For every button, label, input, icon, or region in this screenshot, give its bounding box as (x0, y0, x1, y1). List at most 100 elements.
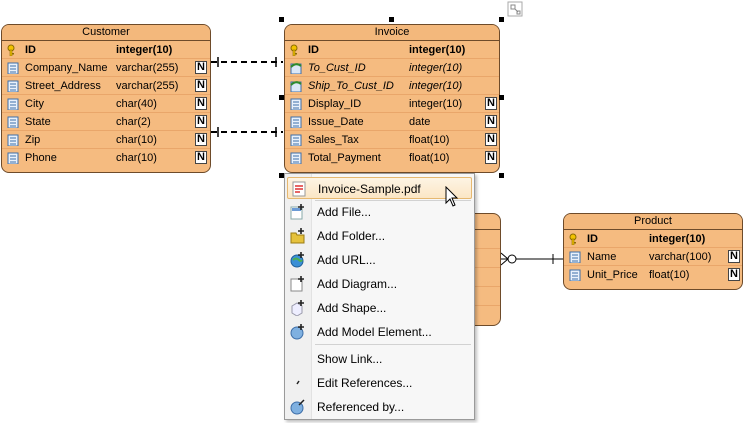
product-column-row[interactable]: ID integer(10) (564, 230, 742, 248)
order-product-connector[interactable] (500, 252, 563, 266)
column-type: date (409, 116, 431, 128)
primary-key-icon (7, 44, 19, 57)
column-type: char(10) (116, 152, 157, 164)
diagram-canvas[interactable]: Customer ID integer(10) Company_Name varcha… (0, 0, 744, 421)
column-name: City (25, 98, 44, 110)
menu-item[interactable]: Add URL... (287, 249, 472, 271)
column-icon (290, 134, 302, 147)
column-type: varchar(255) (116, 62, 179, 74)
column-name: Phone (25, 152, 57, 164)
not-null-badge: N (195, 151, 207, 164)
column-type: integer(10) (409, 80, 463, 92)
menu-item[interactable]: Add Shape... (287, 297, 472, 319)
column-type: float(10) (409, 152, 450, 164)
column-name: ID (25, 44, 36, 56)
selection-handle-tc[interactable] (389, 17, 394, 22)
pdf-icon (291, 181, 307, 197)
invoice-column-row[interactable]: Display_ID integer(10) N (285, 95, 499, 113)
selection-handle-tl[interactable] (279, 17, 284, 22)
column-type: integer(10) (409, 44, 466, 56)
not-null-badge: N (485, 115, 497, 128)
add-folder-icon (290, 228, 306, 244)
invoice-column-row[interactable]: Total_Payment float(10) N (285, 149, 499, 167)
customer-column-row[interactable]: Street_Address varchar(255) N (2, 77, 210, 95)
column-type: integer(10) (409, 98, 463, 110)
column-type: float(10) (409, 134, 450, 146)
column-name: Ship_To_Cust_ID (308, 80, 394, 92)
product-title: Product (564, 214, 742, 230)
resource-catalog-icon[interactable] (507, 1, 523, 17)
column-name: To_Cust_ID (308, 62, 366, 74)
invoice-column-row[interactable]: ID integer(10) (285, 41, 499, 59)
menu-item[interactable]: Edit References... (287, 372, 472, 394)
column-icon (7, 152, 19, 165)
selection-handle-tr[interactable] (499, 17, 504, 22)
column-name: Display_ID (308, 98, 362, 110)
customer-column-row[interactable]: City char(40) N (2, 95, 210, 113)
primary-key-icon (290, 44, 302, 57)
add-diagram-icon (290, 276, 306, 292)
column-icon (290, 152, 302, 165)
column-name: Sales_Tax (308, 134, 359, 146)
column-name: ID (587, 233, 598, 245)
customer-entity[interactable]: Customer ID integer(10) Company_Name varcha… (1, 24, 211, 173)
reference-context-menu: Invoice-Sample.pdf Add File... Add Folder.… (284, 173, 475, 420)
not-null-badge: N (728, 268, 740, 281)
add-shape-icon (290, 300, 306, 317)
column-name: Name (587, 251, 617, 263)
column-name: State (25, 116, 51, 128)
column-type: integer(10) (409, 62, 463, 74)
invoice-columns: ID integer(10) To_Cust_ID integer(10) Ship_T… (285, 41, 499, 167)
not-null-badge: N (195, 79, 207, 92)
mouse-cursor-icon (445, 186, 459, 207)
not-null-badge: N (485, 133, 497, 146)
product-column-row[interactable]: Unit_Price float(10) N (564, 266, 742, 284)
column-type: integer(10) (649, 233, 706, 245)
add-model-element-icon (290, 324, 306, 340)
invoice-column-row[interactable]: Sales_Tax float(10) N (285, 131, 499, 149)
column-icon (7, 98, 19, 111)
column-icon (7, 62, 19, 75)
column-name: ID (308, 44, 319, 56)
customer-column-row[interactable]: Phone char(10) N (2, 149, 210, 167)
add-file-icon (290, 204, 306, 220)
menu-item-label: Edit References... (317, 376, 413, 390)
selection-handle-mr[interactable] (499, 95, 504, 100)
menu-item-label: Add Shape... (317, 301, 387, 315)
customer-column-row[interactable]: Company_Name varchar(255) N (2, 59, 210, 77)
product-column-row[interactable]: Name varchar(100) N (564, 248, 742, 266)
add-url-icon (290, 252, 306, 268)
product-columns: ID integer(10) Name varchar(100) N Unit_Price… (564, 230, 742, 284)
column-icon (7, 116, 19, 129)
referenced-by-icon (290, 399, 306, 415)
menu-item[interactable]: Add Folder... (287, 225, 472, 247)
column-type: float(10) (649, 269, 690, 281)
invoice-column-row[interactable]: Ship_To_Cust_ID integer(10) (285, 77, 499, 95)
customer-invoice-connector-2[interactable] (211, 127, 283, 137)
customer-columns: ID integer(10) Company_Name varchar(255) N St… (2, 41, 210, 167)
product-entity[interactable]: Product ID integer(10) Name varchar(100) N Un… (563, 213, 743, 290)
menu-item-label: Invoice-Sample.pdf (318, 182, 421, 196)
menu-item-label: Referenced by... (317, 400, 405, 414)
menu-item[interactable]: Show Link... (287, 348, 472, 370)
menu-item[interactable]: Add Diagram... (287, 273, 472, 295)
menu-item[interactable]: Referenced by... (287, 396, 472, 418)
menu-item[interactable]: Add Model Element... (287, 321, 472, 343)
invoice-entity[interactable]: Invoice ID integer(10) To_Cust_ID integer(1… (284, 24, 500, 173)
column-icon (7, 134, 19, 147)
column-type: char(2) (116, 116, 151, 128)
column-name: Unit_Price (587, 269, 638, 281)
selection-handle-br[interactable] (499, 173, 504, 178)
customer-column-row[interactable]: Zip char(10) N (2, 131, 210, 149)
not-null-badge: N (485, 151, 497, 164)
not-null-badge: N (195, 97, 207, 110)
selection-handle-ml[interactable] (279, 95, 284, 100)
invoice-column-row[interactable]: Issue_Date date N (285, 113, 499, 131)
customer-invoice-connector-1[interactable] (211, 57, 283, 67)
column-type: char(10) (116, 134, 157, 146)
not-null-badge: N (728, 250, 740, 263)
invoice-column-row[interactable]: To_Cust_ID integer(10) (285, 59, 499, 77)
customer-column-row[interactable]: State char(2) N (2, 113, 210, 131)
customer-column-row[interactable]: ID integer(10) (2, 41, 210, 59)
column-icon (569, 269, 581, 282)
